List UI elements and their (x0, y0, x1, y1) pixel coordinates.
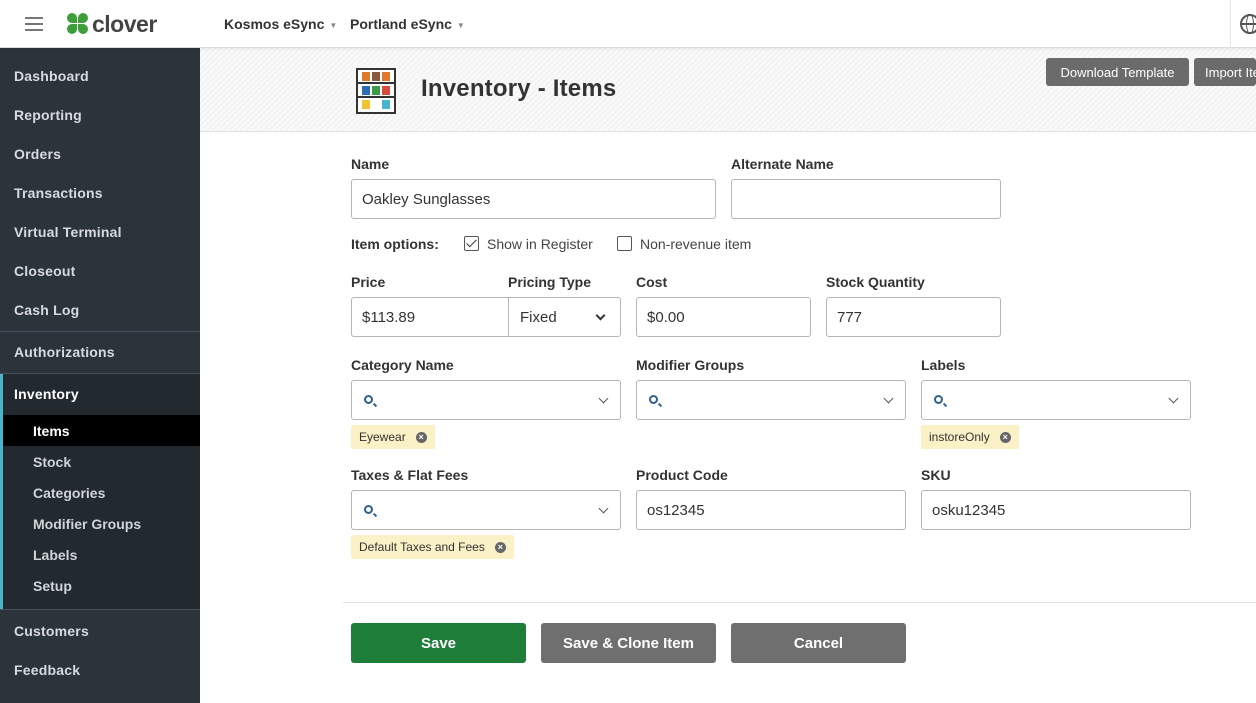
search-icon (364, 505, 373, 514)
cost-label: Cost (636, 274, 668, 290)
taxes-tag: Default Taxes and Fees × (351, 535, 514, 559)
sidebar-subitem-modifier-groups[interactable]: Modifier Groups (3, 508, 200, 539)
non-revenue-label[interactable]: Non-revenue item (640, 236, 751, 252)
page-header: Inventory - Items Download Template Impo… (200, 48, 1256, 132)
sidebar-item-cash-log[interactable]: Cash Log (0, 290, 200, 329)
price-label: Price (351, 274, 386, 290)
alternate-name-input[interactable] (731, 179, 1001, 219)
clover-leaf-icon (67, 13, 89, 35)
sidebar-subitem-labels[interactable]: Labels (3, 539, 200, 570)
labels-tag-label: instoreOnly (929, 430, 990, 444)
search-icon (934, 395, 943, 404)
sidebar: Dashboard Reporting Orders Transactions … (0, 48, 200, 703)
name-input[interactable]: Oakley Sunglasses (351, 179, 716, 219)
non-revenue-checkbox[interactable] (617, 236, 632, 251)
pricing-type-select[interactable]: Fixed (508, 297, 621, 337)
sidebar-item-reporting[interactable]: Reporting (0, 95, 200, 134)
sidebar-item-dashboard[interactable]: Dashboard (0, 56, 200, 95)
sku-input[interactable]: osku12345 (921, 490, 1191, 530)
modifier-groups-label: Modifier Groups (636, 357, 745, 373)
stock-quantity-label: Stock Quantity (826, 274, 925, 290)
logo-text: clover (92, 10, 157, 37)
merchant-name: Kosmos eSync (224, 16, 325, 32)
sidebar-item-orders[interactable]: Orders (0, 134, 200, 173)
sidebar-item-feedback[interactable]: Feedback (0, 650, 200, 689)
chevron-down-icon (598, 503, 609, 514)
item-options-label: Item options: (351, 236, 439, 252)
clover-logo[interactable]: clover (67, 11, 157, 37)
save-button[interactable]: Save (351, 623, 526, 663)
alternate-name-label: Alternate Name (731, 156, 834, 172)
taxes-fees-label: Taxes & Flat Fees (351, 467, 469, 483)
sidebar-item-closeout[interactable]: Closeout (0, 251, 200, 290)
pricing-type-value: Fixed (520, 309, 557, 326)
chevron-down-icon (1168, 393, 1179, 404)
import-items-button[interactable]: Import Items (1194, 58, 1256, 86)
category-search-select[interactable] (351, 380, 621, 420)
page-title: Inventory - Items (421, 75, 617, 102)
main-content: Inventory - Items Download Template Impo… (200, 48, 1256, 703)
remove-tag-icon[interactable]: × (494, 541, 506, 553)
modifier-groups-select[interactable] (636, 380, 906, 420)
chevron-down-icon (595, 310, 606, 321)
sidebar-subitem-stock[interactable]: Stock (3, 446, 200, 477)
product-code-input[interactable]: os12345 (636, 490, 906, 530)
download-template-button[interactable]: Download Template (1046, 58, 1189, 86)
labels-tag: instoreOnly × (921, 425, 1019, 449)
inventory-section: Inventory Items Stock Categories Modifie… (0, 374, 200, 609)
taxes-fees-select[interactable] (351, 490, 621, 530)
product-code-label: Product Code (636, 467, 728, 483)
stock-quantity-input[interactable]: 777 (826, 297, 1001, 337)
sidebar-subitem-setup[interactable]: Setup (3, 570, 200, 601)
sidebar-item-transactions[interactable]: Transactions (0, 173, 200, 212)
location-selector[interactable]: Portland eSync ▼ (350, 16, 465, 32)
sidebar-divider (0, 609, 200, 610)
category-name-label: Category Name (351, 357, 454, 373)
cost-input[interactable]: $0.00 (636, 297, 811, 337)
price-input[interactable]: $113.89 (351, 297, 509, 337)
chevron-down-icon (598, 393, 609, 404)
sidebar-item-inventory[interactable]: Inventory (3, 374, 200, 414)
caret-down-icon: ▼ (456, 20, 465, 30)
search-icon (364, 395, 373, 404)
remove-tag-icon[interactable]: × (999, 431, 1011, 443)
globe-icon[interactable] (1240, 14, 1256, 34)
labels-label: Labels (921, 357, 966, 373)
topbar-divider (1230, 0, 1231, 48)
pricing-type-label: Pricing Type (508, 274, 591, 290)
sidebar-item-customers[interactable]: Customers (0, 611, 200, 650)
save-clone-button[interactable]: Save & Clone Item (541, 623, 716, 663)
cancel-button[interactable]: Cancel (731, 623, 906, 663)
labels-select[interactable] (921, 380, 1191, 420)
show-in-register-checkbox[interactable] (464, 236, 479, 251)
sidebar-item-authorizations[interactable]: Authorizations (0, 332, 200, 371)
taxes-tag-label: Default Taxes and Fees (359, 540, 485, 554)
inventory-shelf-icon (356, 68, 396, 114)
name-label: Name (351, 156, 390, 172)
category-tag-label: Eyewear (359, 430, 406, 444)
location-name: Portland eSync (350, 16, 452, 32)
caret-down-icon: ▼ (329, 20, 338, 30)
search-icon (649, 395, 658, 404)
form-divider (343, 602, 1256, 603)
chevron-down-icon (883, 393, 894, 404)
merchant-selector[interactable]: Kosmos eSync ▼ (224, 16, 337, 32)
remove-tag-icon[interactable]: × (415, 431, 427, 443)
sidebar-item-virtual-terminal[interactable]: Virtual Terminal (0, 212, 200, 251)
sidebar-subitem-categories[interactable]: Categories (3, 477, 200, 508)
category-tag: Eyewear × (351, 425, 435, 449)
show-in-register-label[interactable]: Show in Register (487, 236, 593, 252)
menu-icon[interactable] (25, 17, 43, 31)
sidebar-subitem-items[interactable]: Items (3, 415, 200, 446)
top-bar: clover Kosmos eSync ▼ Portland eSync ▼ (0, 0, 1256, 48)
sku-label: SKU (921, 467, 951, 483)
